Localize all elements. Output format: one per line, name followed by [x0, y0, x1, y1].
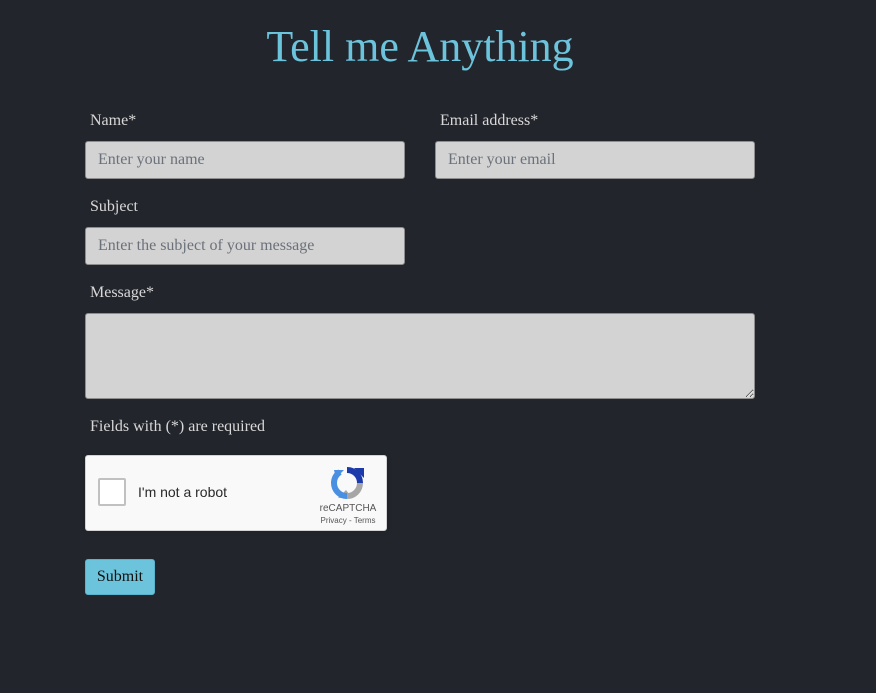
message-label: Message* — [90, 284, 154, 301]
submit-button[interactable]: Submit — [85, 559, 155, 595]
required-fields-note: Fields with (*) are required — [90, 418, 266, 435]
email-input[interactable] — [435, 141, 755, 179]
captcha-label: I'm not a robot — [138, 484, 228, 500]
captcha-checkbox[interactable] — [98, 478, 126, 506]
message-textarea[interactable] — [85, 313, 755, 399]
captcha-links: Privacy - Terms — [308, 516, 388, 526]
recaptcha-widget: I'm not a robot reCAPTCHA Privacy - Term… — [85, 455, 387, 531]
captcha-brand: reCAPTCHA — [319, 503, 377, 514]
captcha-terms-link[interactable]: Terms — [354, 516, 376, 525]
page-title: Tell me Anything — [266, 22, 574, 71]
subject-input[interactable] — [85, 227, 405, 265]
captcha-privacy-link[interactable]: Privacy — [321, 516, 347, 525]
recaptcha-logo-icon — [330, 467, 364, 499]
subject-label: Subject — [90, 198, 138, 215]
email-label: Email address* — [440, 112, 539, 129]
captcha-link-separator: - — [346, 516, 354, 525]
name-input[interactable] — [85, 141, 405, 179]
name-label: Name* — [90, 112, 137, 129]
